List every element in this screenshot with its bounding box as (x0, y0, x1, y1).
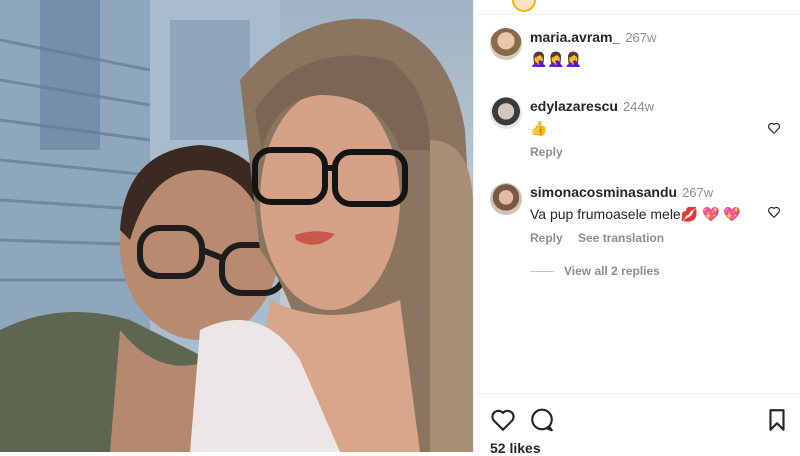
actions-divider (474, 393, 800, 394)
comment-text-block: simonacosminasandu 267w Va pup frumoasele… (530, 183, 761, 223)
comment-text: 👍 (530, 120, 548, 136)
author-avatar[interactable] (490, 28, 522, 60)
heart-outline-icon[interactable] (767, 121, 781, 135)
comment-text-block: edylazarescu 244w 👍 (530, 97, 761, 137)
comment-bubble-icon[interactable] (529, 407, 555, 433)
story-avatar-peek (512, 0, 536, 12)
post-photo[interactable] (0, 0, 473, 452)
comment-actions: Reply (530, 145, 575, 159)
comment-time[interactable]: 244w (623, 99, 654, 114)
heart-outline-icon[interactable] (767, 205, 781, 219)
caption-text: 🤦‍♀️🤦‍♀️🤦‍♀️ (530, 51, 583, 67)
commenter-avatar[interactable] (490, 97, 522, 129)
caption-row: maria.avram_ 267w 🤦‍♀️🤦‍♀️🤦‍♀️ (490, 28, 791, 68)
comment-time[interactable]: 267w (682, 185, 713, 200)
author-username[interactable]: maria.avram_ (530, 29, 620, 45)
commenter-avatar[interactable] (490, 183, 522, 215)
comment-item: simonacosminasandu 267w Va pup frumoasele… (490, 183, 791, 253)
likes-count[interactable]: 52 likes (490, 440, 541, 456)
comment-actions: Reply See translation (530, 231, 676, 245)
comment-item: edylazarescu 244w 👍 Reply (490, 97, 791, 167)
reply-button[interactable]: Reply (530, 145, 563, 159)
header-divider (474, 14, 800, 15)
comments-panel: maria.avram_ 267w 🤦‍♀️🤦‍♀️🤦‍♀️ edylazares… (473, 0, 800, 456)
caption-text-block: maria.avram_ 267w 🤦‍♀️🤦‍♀️🤦‍♀️ (530, 28, 761, 68)
see-translation-button[interactable]: See translation (578, 231, 664, 245)
bookmark-icon[interactable] (764, 407, 790, 433)
comment-text: Va pup frumoasele mele💋 💖 💖 (530, 206, 741, 222)
comment-username[interactable]: simonacosminasandu (530, 184, 677, 200)
reply-button[interactable]: Reply (530, 231, 563, 245)
like-heart-icon[interactable] (490, 407, 516, 433)
comment-username[interactable]: edylazarescu (530, 98, 618, 114)
view-replies-button[interactable]: View all 2 replies (530, 264, 660, 278)
selfie-photo (0, 0, 473, 452)
caption-time[interactable]: 267w (625, 30, 656, 45)
